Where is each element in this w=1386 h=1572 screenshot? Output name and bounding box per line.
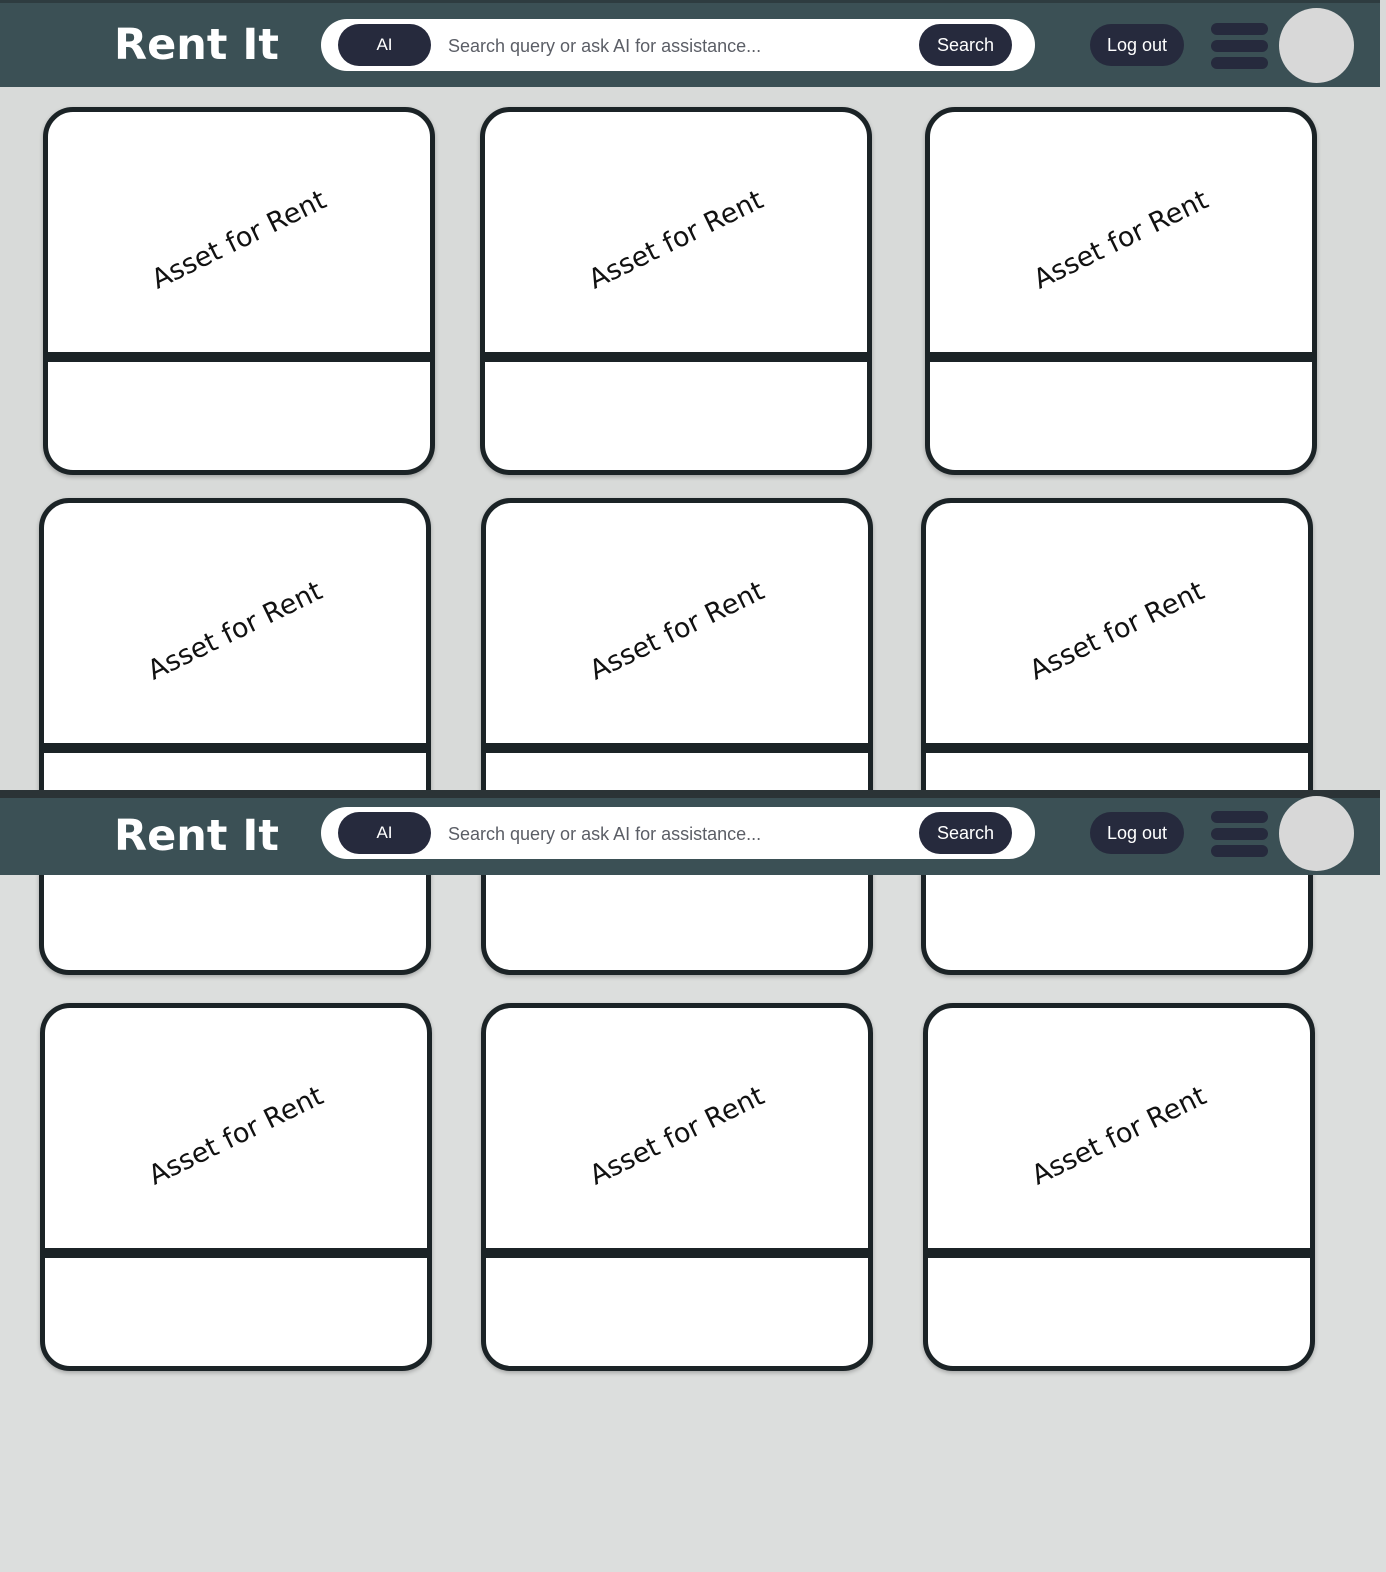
listing-details bbox=[44, 753, 426, 790]
listing-details bbox=[486, 753, 868, 790]
listing-card[interactable]: Asset for Rent bbox=[40, 1003, 432, 1371]
listing-image: Asset for Rent bbox=[486, 503, 868, 753]
search-button[interactable]: Search bbox=[919, 24, 1012, 66]
listing-title: Asset for Rent bbox=[1026, 1080, 1212, 1192]
hamburger-menu-icon[interactable] bbox=[1211, 811, 1268, 857]
listing-card[interactable]: Asset for Rent bbox=[921, 498, 1313, 790]
listing-title: Asset for Rent bbox=[1024, 575, 1210, 687]
logout-button[interactable]: Log out bbox=[1090, 812, 1184, 854]
listing-card[interactable]: Asset for Rent bbox=[925, 107, 1317, 475]
screen-frame-scrolled: Asset for Rent Asset for Rent Asset for … bbox=[0, 790, 1386, 1572]
hamburger-menu-icon[interactable] bbox=[1211, 23, 1268, 69]
brand-logo[interactable]: Rent It bbox=[114, 17, 279, 73]
listing-details bbox=[930, 362, 1312, 470]
listing-details bbox=[45, 1258, 427, 1366]
listing-image: Asset for Rent bbox=[44, 503, 426, 753]
listing-card[interactable]: Asset for Rent bbox=[923, 1003, 1315, 1371]
user-avatar[interactable] bbox=[1279, 796, 1354, 871]
ai-mode-button[interactable]: AI bbox=[338, 812, 431, 854]
listing-image: Asset for Rent bbox=[486, 1008, 868, 1258]
ai-mode-button[interactable]: AI bbox=[338, 24, 431, 66]
search-bar: AI Search bbox=[321, 807, 1035, 859]
listing-image: Asset for Rent bbox=[926, 503, 1308, 753]
listing-title: Asset for Rent bbox=[584, 1080, 770, 1192]
listing-image: Asset for Rent bbox=[48, 112, 430, 362]
logout-button[interactable]: Log out bbox=[1090, 24, 1184, 66]
listing-title: Asset for Rent bbox=[146, 184, 332, 296]
listing-details bbox=[485, 362, 867, 470]
listing-title: Asset for Rent bbox=[583, 184, 769, 296]
listing-card[interactable]: Asset for Rent bbox=[43, 107, 435, 475]
listing-title: Asset for Rent bbox=[142, 575, 328, 687]
listing-details bbox=[486, 862, 868, 970]
listing-details bbox=[926, 862, 1308, 970]
screen-frame-top: Rent It AI Search Log out Asset for Rent… bbox=[0, 0, 1386, 790]
listing-details bbox=[486, 1258, 868, 1366]
listing-image: Asset for Rent bbox=[45, 1008, 427, 1258]
top-navigation-bar: Rent It AI Search Log out bbox=[0, 790, 1380, 875]
user-avatar[interactable] bbox=[1279, 8, 1354, 83]
listing-title: Asset for Rent bbox=[1028, 184, 1214, 296]
listing-title: Asset for Rent bbox=[584, 575, 770, 687]
listing-image: Asset for Rent bbox=[930, 112, 1312, 362]
brand-logo[interactable]: Rent It bbox=[114, 808, 279, 864]
listing-image: Asset for Rent bbox=[485, 112, 867, 362]
listing-title: Asset for Rent bbox=[143, 1080, 329, 1192]
listing-card[interactable]: Asset for Rent bbox=[481, 1003, 873, 1371]
search-bar: AI Search bbox=[321, 19, 1035, 71]
listing-image: Asset for Rent bbox=[928, 1008, 1310, 1258]
search-input[interactable] bbox=[446, 814, 910, 854]
top-navigation-bar: Rent It AI Search Log out bbox=[0, 0, 1380, 87]
listing-details bbox=[928, 1258, 1310, 1366]
listing-details bbox=[926, 753, 1308, 790]
listing-details bbox=[44, 862, 426, 970]
search-input[interactable] bbox=[446, 26, 910, 66]
listing-details bbox=[48, 362, 430, 470]
listing-card[interactable]: Asset for Rent bbox=[480, 107, 872, 475]
listing-card[interactable]: Asset for Rent bbox=[39, 498, 431, 790]
search-button[interactable]: Search bbox=[919, 812, 1012, 854]
listing-card[interactable]: Asset for Rent bbox=[481, 498, 873, 790]
